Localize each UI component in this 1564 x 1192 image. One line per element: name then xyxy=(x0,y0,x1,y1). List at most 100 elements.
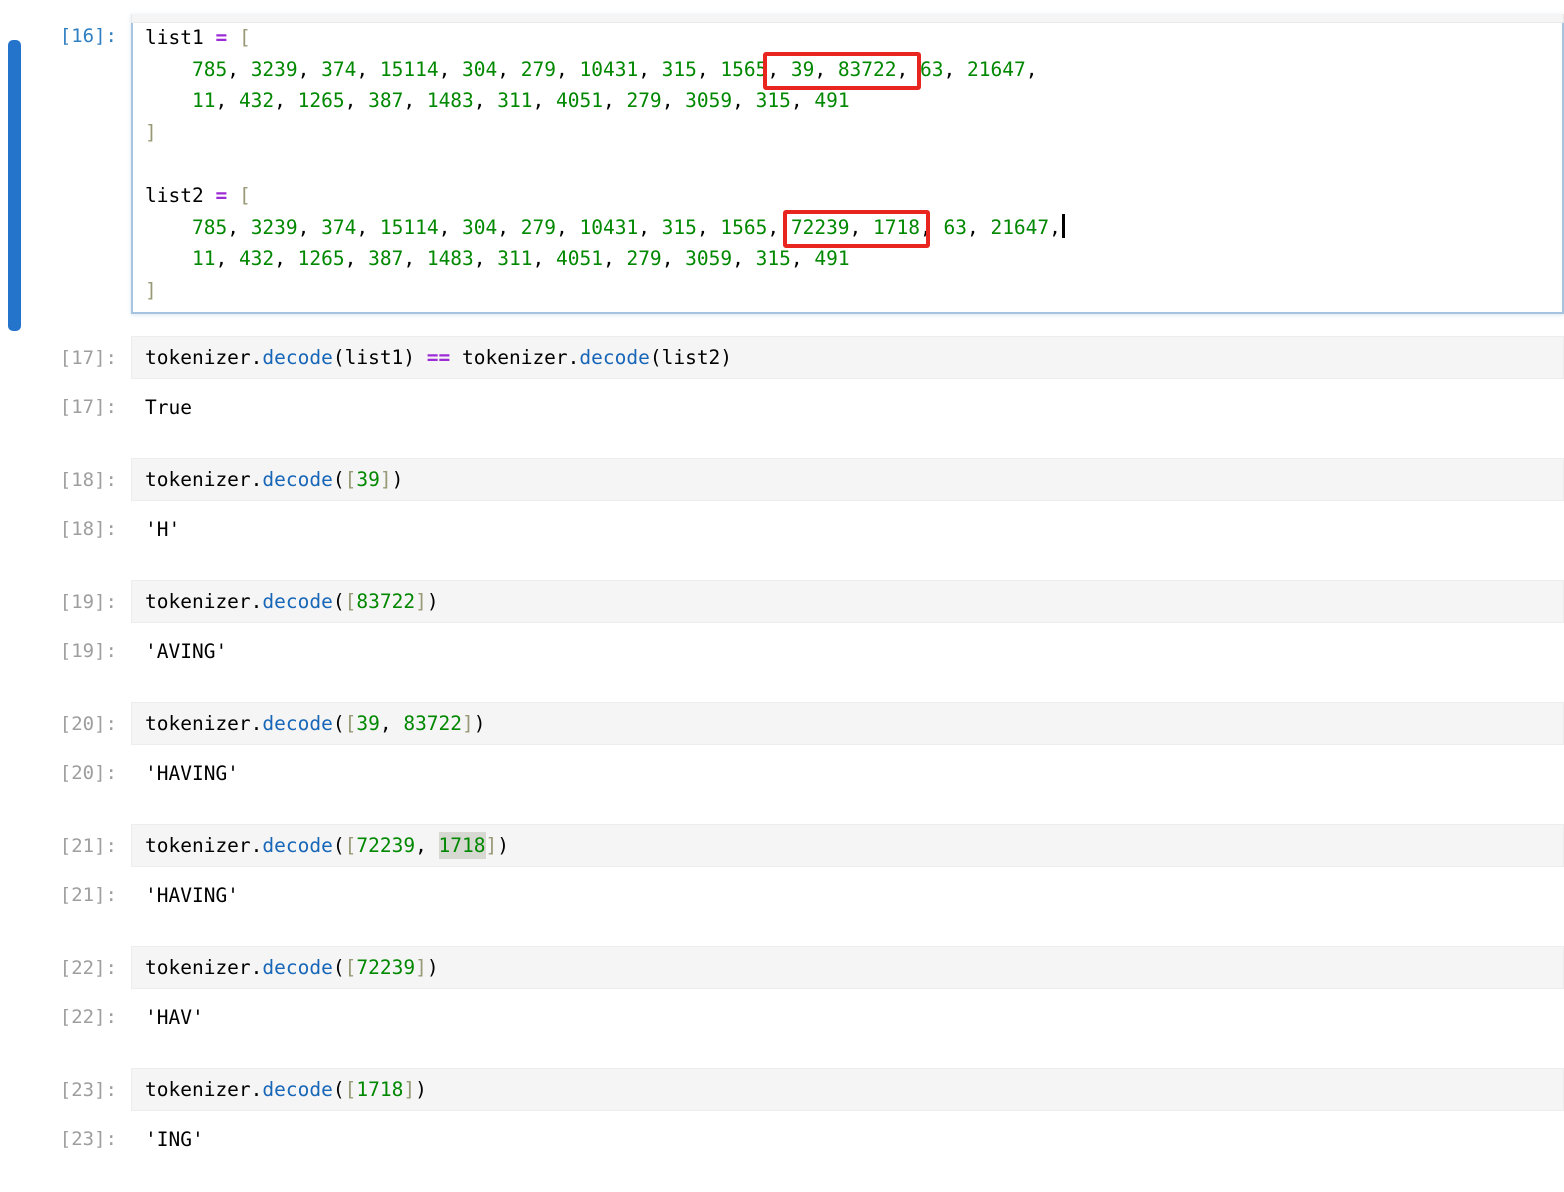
code-token: tokenizer. xyxy=(145,834,262,857)
code-token: ] xyxy=(145,121,157,144)
code-token: , xyxy=(474,89,497,112)
code-token: = xyxy=(215,26,227,49)
code-token: 4051 xyxy=(556,89,603,112)
code-editor[interactable]: tokenizer.decode(list1) == tokenizer.dec… xyxy=(131,336,1564,379)
code-editor[interactable]: tokenizer.decode([39, 83722]) xyxy=(131,702,1564,745)
code-token: , xyxy=(767,58,790,81)
code-token: , xyxy=(697,58,720,81)
code-token: , xyxy=(732,89,755,112)
code-token: decode xyxy=(262,590,332,613)
output-area: [20]: 'HAVING' xyxy=(0,762,1564,785)
code-token: 39 xyxy=(356,712,379,735)
code-editor[interactable]: tokenizer.decode([39]) xyxy=(131,458,1564,501)
code-token: 1565 xyxy=(720,216,767,239)
code-token: ( xyxy=(333,468,345,491)
code-token: 1265 xyxy=(298,89,345,112)
code-token: 10431 xyxy=(579,216,638,239)
code-cell: [22]: tokenizer.decode([72239]) xyxy=(0,946,1564,989)
input-prompt: [22]: xyxy=(0,946,131,989)
code-token: [ xyxy=(345,590,357,613)
code-token: 387 xyxy=(368,89,403,112)
output-area: [18]: 'H' xyxy=(0,518,1564,541)
code-token: (list1) xyxy=(333,346,427,369)
code-token: , xyxy=(556,216,579,239)
active-cell-collapser[interactable] xyxy=(8,40,21,331)
code-token: , xyxy=(403,247,426,270)
code-token: ) xyxy=(427,590,439,613)
code-line: ] xyxy=(145,117,1550,149)
code-token: , xyxy=(298,216,321,239)
code-token: tokenizer. xyxy=(145,712,262,735)
code-token: , xyxy=(533,89,556,112)
code-token: 4051 xyxy=(556,247,603,270)
code-token: 39 xyxy=(356,468,379,491)
code-token: 315 xyxy=(756,89,791,112)
notebook-panel: [16]: list1 = [ 785, 3239, 374, 15114, 3… xyxy=(0,14,1564,1192)
code-token: , xyxy=(662,89,685,112)
code-token: ( xyxy=(333,590,345,613)
code-token: 315 xyxy=(756,247,791,270)
code-token: , xyxy=(345,247,368,270)
code-content: tokenizer.decode([72239, 1718]) xyxy=(145,832,509,859)
code-token: 311 xyxy=(497,89,532,112)
code-line: list1 = [ xyxy=(145,22,1550,54)
code-token: ) xyxy=(474,712,486,735)
code-token: , xyxy=(497,216,520,239)
code-editor[interactable]: tokenizer.decode([83722]) xyxy=(131,580,1564,623)
code-token: tokenizer. xyxy=(450,346,579,369)
code-token: 63 xyxy=(943,216,966,239)
code-token: , xyxy=(298,58,321,81)
code-editor[interactable]: tokenizer.decode([72239]) xyxy=(131,946,1564,989)
code-token: 432 xyxy=(239,89,274,112)
code-token: ] xyxy=(462,712,474,735)
output-prompt: [21]: xyxy=(0,884,131,907)
code-token: 279 xyxy=(521,58,556,81)
code-token: 3059 xyxy=(685,247,732,270)
code-token xyxy=(227,184,239,207)
code-token: list1 xyxy=(145,26,215,49)
output-area: [22]: 'HAV' xyxy=(0,1006,1564,1029)
code-token: , xyxy=(603,89,626,112)
code-token: , xyxy=(662,247,685,270)
code-token: , xyxy=(1026,58,1038,81)
code-token: , xyxy=(732,247,755,270)
code-token: ) xyxy=(497,834,509,857)
red-annotation-box: 72239, 1718 xyxy=(791,212,920,244)
code-token: 279 xyxy=(626,247,661,270)
text-cursor xyxy=(1062,214,1065,238)
code-token: 1718 xyxy=(356,1078,403,1101)
code-token: , xyxy=(356,216,379,239)
cells-container: [17]: tokenizer.decode(list1) == tokeniz… xyxy=(0,336,1564,1151)
code-token: ) xyxy=(392,468,404,491)
output-prompt: [22]: xyxy=(0,1006,131,1029)
previous-cell-editor-edge[interactable] xyxy=(131,14,1564,23)
code-editor-16[interactable]: list1 = [ 785, 3239, 374, 15114, 304, 27… xyxy=(131,14,1564,314)
code-token: , xyxy=(791,247,814,270)
code-token: tokenizer. xyxy=(145,956,262,979)
code-token: , xyxy=(638,216,661,239)
code-editor[interactable]: tokenizer.decode([1718]) xyxy=(131,1068,1564,1111)
code-token: ] xyxy=(403,1078,415,1101)
input-prompt: [23]: xyxy=(0,1068,131,1111)
code-line: 785, 3239, 374, 15114, 304, 279, 10431, … xyxy=(145,212,1550,244)
code-token: 387 xyxy=(368,247,403,270)
code-token: decode xyxy=(262,468,332,491)
code-token: 1718 xyxy=(439,832,486,859)
code-token: (list2) xyxy=(650,346,732,369)
code-cell: [23]: tokenizer.decode([1718]) xyxy=(0,1068,1564,1111)
code-content: tokenizer.decode([72239]) xyxy=(145,956,439,979)
code-token: 1483 xyxy=(427,247,474,270)
code-token: ( xyxy=(333,834,345,857)
code-token: 374 xyxy=(321,58,356,81)
code-token: 785 xyxy=(192,58,227,81)
code-token: tokenizer. xyxy=(145,468,262,491)
output-area: [19]: 'AVING' xyxy=(0,640,1564,663)
output-prompt: [18]: xyxy=(0,518,131,541)
code-token: 72239 xyxy=(356,956,415,979)
code-token: 785 xyxy=(192,216,227,239)
code-token: 10431 xyxy=(579,58,638,81)
code-token: 72239 xyxy=(356,834,415,857)
code-content: tokenizer.decode([83722]) xyxy=(145,590,439,613)
code-editor[interactable]: tokenizer.decode([72239, 1718]) xyxy=(131,824,1564,867)
code-token: decode xyxy=(579,346,649,369)
